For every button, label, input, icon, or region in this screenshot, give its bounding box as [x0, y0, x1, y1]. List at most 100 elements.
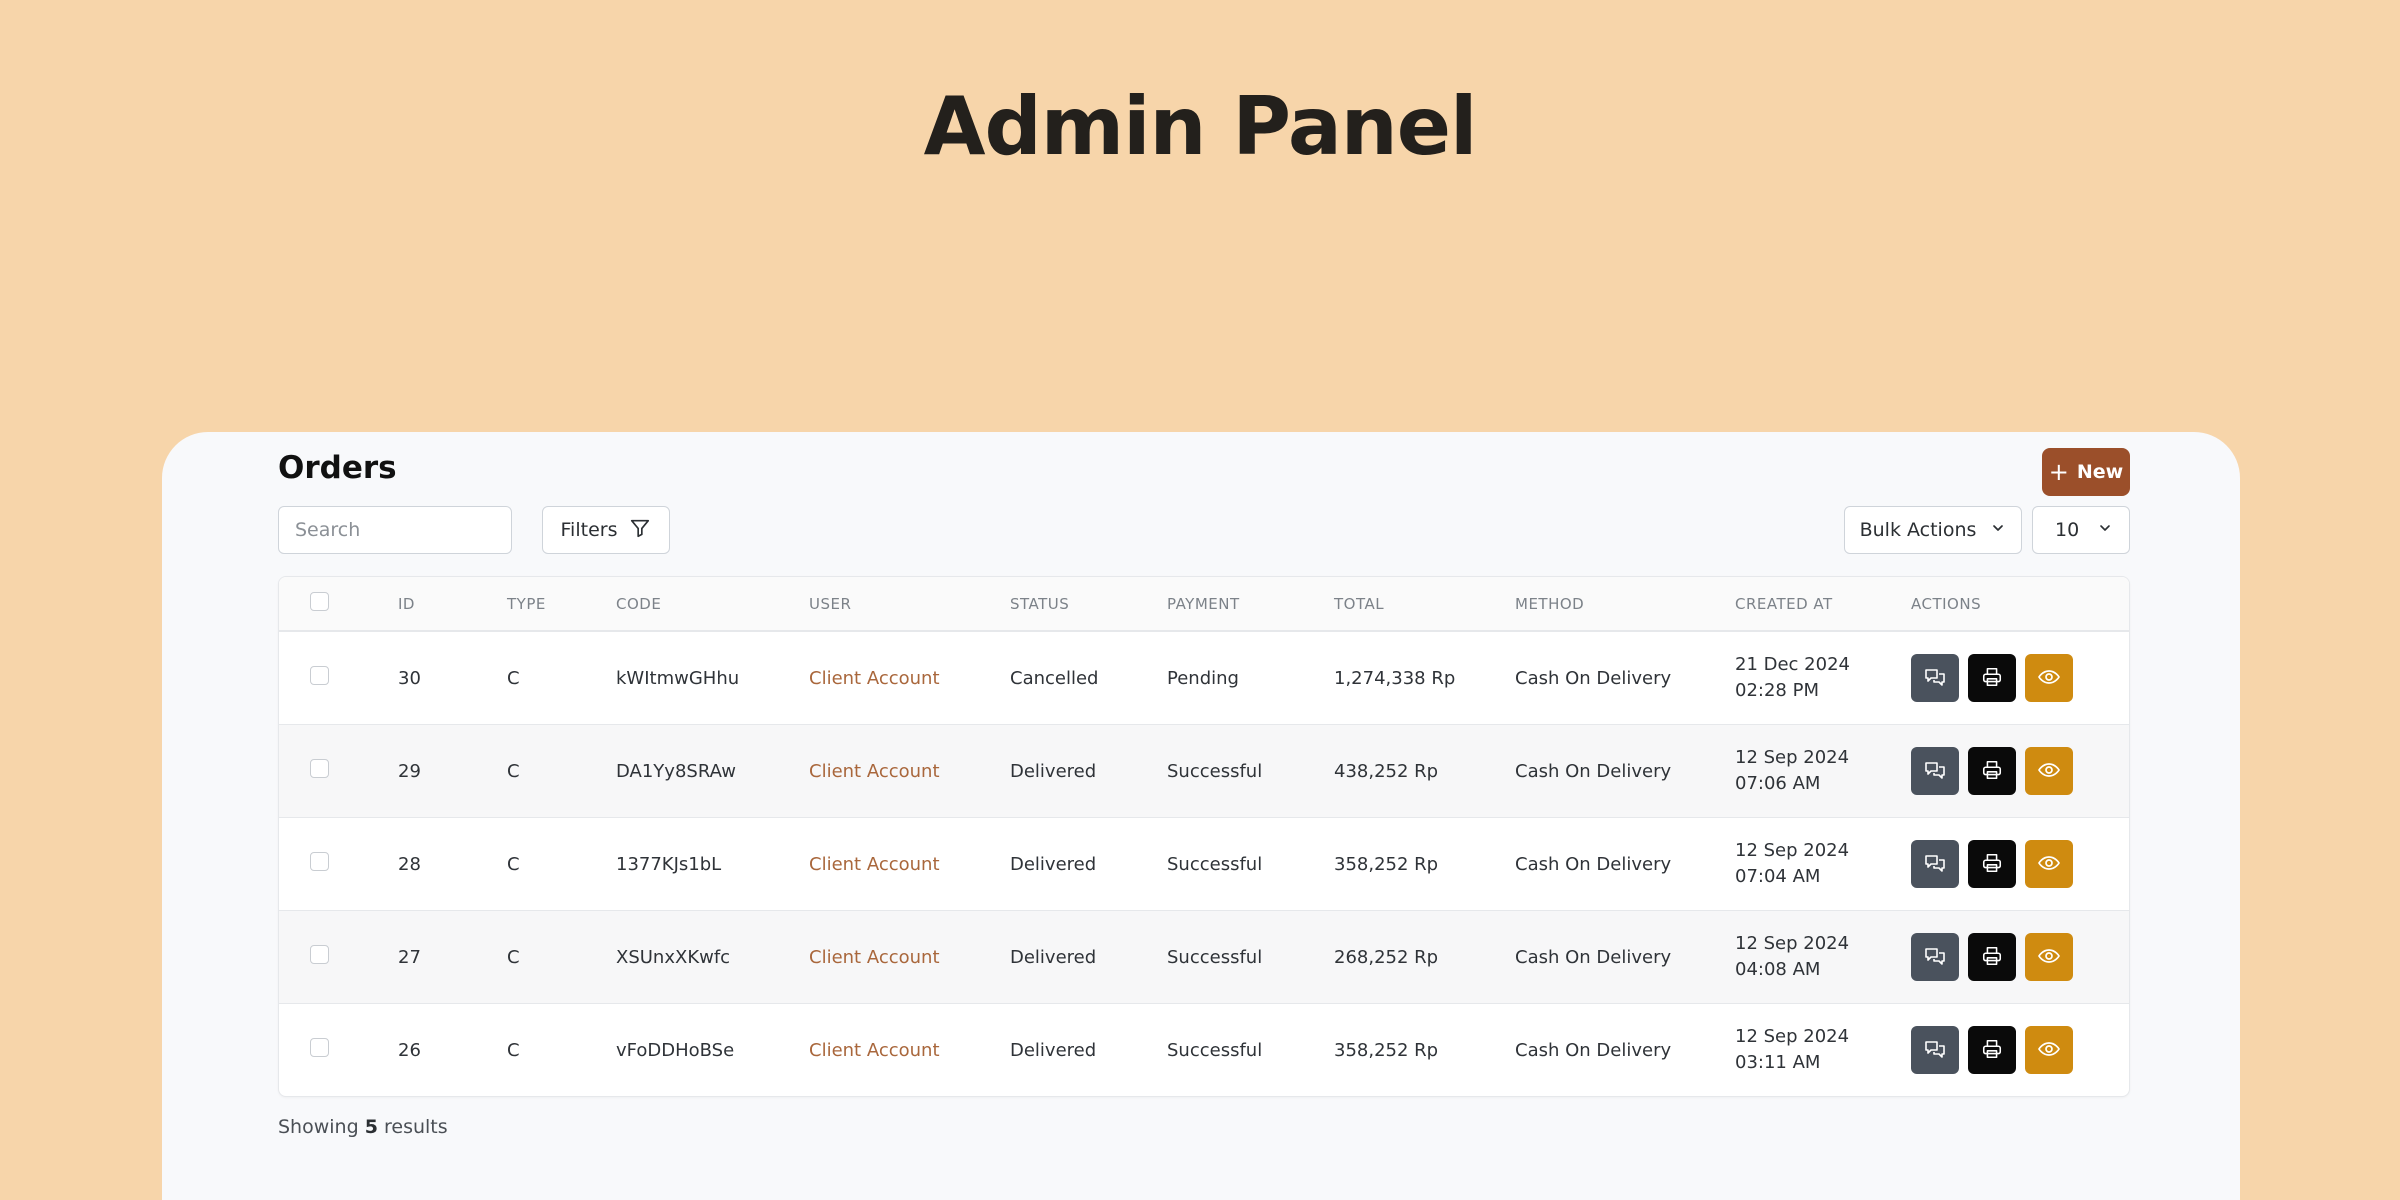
header-payment[interactable]: PAYMENT: [1167, 595, 1334, 613]
chat-bubbles-icon: [1923, 1037, 1947, 1064]
view-button[interactable]: [2025, 840, 2073, 888]
order-id: 30: [398, 667, 421, 689]
order-code: kWItmwGHhu: [616, 667, 740, 689]
order-type: C: [507, 667, 520, 689]
header-method[interactable]: METHOD: [1515, 595, 1735, 613]
order-code: XSUnxXKwfc: [616, 946, 731, 968]
new-order-button[interactable]: + New: [2042, 448, 2130, 496]
order-total: 1,274,338 Rp: [1334, 667, 1456, 689]
per-page-value: 10: [2055, 519, 2080, 541]
chat-button[interactable]: [1911, 747, 1959, 795]
header-type[interactable]: TYPE: [507, 595, 616, 613]
per-page-select[interactable]: 10: [2032, 506, 2130, 554]
view-button[interactable]: [2025, 747, 2073, 795]
bulk-actions-dropdown[interactable]: Bulk Actions: [1844, 506, 2022, 554]
table-body: 30 C kWItmwGHhu Client Account Cancelled…: [279, 631, 2129, 1096]
header-code[interactable]: CODE: [616, 595, 809, 613]
printer-icon: [1981, 852, 2003, 877]
search-input[interactable]: [278, 506, 512, 554]
header-total[interactable]: TOTAL: [1334, 595, 1515, 613]
order-time: 03:11 AM: [1735, 1052, 1821, 1073]
select-all-cell: [279, 592, 398, 615]
table-header-row: ID TYPE CODE USER STATUS PAYMENT TOTAL M…: [279, 577, 2129, 631]
chat-button[interactable]: [1911, 933, 1959, 981]
print-button[interactable]: [1968, 654, 2016, 702]
order-date: 12 Sep 2024: [1735, 747, 1850, 768]
row-select-cell: [279, 1038, 398, 1062]
plus-icon: +: [2048, 458, 2069, 486]
order-status: Delivered: [1010, 946, 1097, 968]
order-total: 358,252 Rp: [1334, 853, 1439, 875]
order-time: 02:28 PM: [1735, 680, 1819, 701]
row-select-cell: [279, 759, 398, 783]
chat-button[interactable]: [1911, 1026, 1959, 1074]
order-method: Cash On Delivery: [1515, 1039, 1672, 1061]
order-status: Delivered: [1010, 853, 1097, 875]
row-checkbox[interactable]: [310, 945, 329, 964]
eye-icon: [2037, 851, 2061, 878]
order-type: C: [507, 760, 520, 782]
header-id[interactable]: ID: [398, 595, 507, 613]
eye-icon: [2037, 1037, 2061, 1064]
order-date: 12 Sep 2024: [1735, 840, 1850, 861]
order-payment: Successful: [1167, 946, 1263, 968]
order-type: C: [507, 853, 520, 875]
results-summary: Showing 5 results: [278, 1116, 448, 1138]
table-row[interactable]: 30 C kWItmwGHhu Client Account Cancelled…: [279, 631, 2129, 724]
order-id: 28: [398, 853, 421, 875]
header-user[interactable]: USER: [809, 595, 1010, 613]
row-select-cell: [279, 945, 398, 969]
print-button[interactable]: [1968, 1026, 2016, 1074]
table-row[interactable]: 29 C DA1Yy8SRAw Client Account Delivered…: [279, 724, 2129, 817]
filters-label: Filters: [560, 519, 618, 541]
print-button[interactable]: [1968, 840, 2016, 888]
order-user-link[interactable]: Client Account: [809, 761, 1010, 782]
table-row[interactable]: 26 C vFoDDHoBSe Client Account Delivered…: [279, 1003, 2129, 1096]
eye-icon: [2037, 758, 2061, 785]
chat-button[interactable]: [1911, 654, 1959, 702]
table-row[interactable]: 27 C XSUnxXKwfc Client Account Delivered…: [279, 910, 2129, 1003]
row-checkbox[interactable]: [310, 759, 329, 778]
chat-button[interactable]: [1911, 840, 1959, 888]
row-checkbox[interactable]: [310, 666, 329, 685]
chat-bubbles-icon: [1923, 665, 1947, 692]
view-button[interactable]: [2025, 1026, 2073, 1074]
header-created-at[interactable]: CREATED AT: [1735, 591, 1911, 617]
row-checkbox[interactable]: [310, 852, 329, 871]
order-time: 07:04 AM: [1735, 866, 1821, 887]
order-method: Cash On Delivery: [1515, 667, 1672, 689]
order-type: C: [507, 946, 520, 968]
filters-button[interactable]: Filters: [542, 506, 670, 554]
order-total: 358,252 Rp: [1334, 1039, 1439, 1061]
new-button-label: New: [2076, 461, 2124, 483]
order-id: 27: [398, 946, 421, 968]
header-status[interactable]: STATUS: [1010, 595, 1167, 613]
page-title: Admin Panel: [923, 80, 1478, 173]
header-actions: ACTIONS: [1911, 594, 1982, 613]
row-select-cell: [279, 666, 398, 690]
order-user-link[interactable]: Client Account: [809, 1040, 1010, 1061]
order-type: C: [507, 1039, 520, 1061]
view-button[interactable]: [2025, 654, 2073, 702]
table-row[interactable]: 28 C 1377KJs1bL Client Account Delivered…: [279, 817, 2129, 910]
order-code: DA1Yy8SRAw: [616, 760, 736, 782]
order-user-link[interactable]: Client Account: [809, 854, 1010, 875]
order-time: 07:06 AM: [1735, 773, 1821, 794]
order-payment: Pending: [1167, 667, 1239, 689]
order-total: 268,252 Rp: [1334, 946, 1439, 968]
order-status: Cancelled: [1010, 667, 1099, 689]
order-payment: Successful: [1167, 760, 1263, 782]
print-button[interactable]: [1968, 747, 2016, 795]
order-created-at: 21 Dec 2024 02:28 PM: [1735, 652, 1911, 704]
order-method: Cash On Delivery: [1515, 946, 1672, 968]
print-button[interactable]: [1968, 933, 2016, 981]
order-user-link[interactable]: Client Account: [809, 947, 1010, 968]
row-actions: [1911, 933, 2129, 981]
view-button[interactable]: [2025, 933, 2073, 981]
order-user-link[interactable]: Client Account: [809, 668, 1010, 689]
row-checkbox[interactable]: [310, 1038, 329, 1057]
eye-icon: [2037, 944, 2061, 971]
chat-bubbles-icon: [1923, 944, 1947, 971]
select-all-checkbox[interactable]: [310, 592, 329, 611]
orders-table: ID TYPE CODE USER STATUS PAYMENT TOTAL M…: [278, 576, 2130, 1097]
